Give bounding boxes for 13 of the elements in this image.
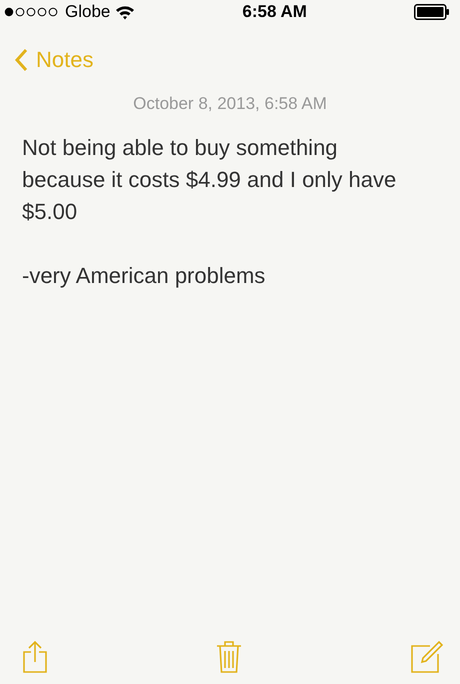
carrier-name: Globe: [65, 2, 110, 22]
wifi-icon: [115, 4, 136, 20]
signal-icon: [4, 7, 60, 17]
compose-icon[interactable]: [410, 640, 444, 674]
status-time: 6:58 AM: [242, 2, 307, 22]
trash-icon[interactable]: [216, 640, 242, 674]
battery-icon: [414, 4, 450, 20]
note-text: -very American problems: [22, 262, 266, 290]
note-date: October 8, 2013, 6:58 AM: [132, 94, 328, 114]
note-text: Not being able to buy something because it costs $4.99 and I only have $5.00: [22, 134, 398, 226]
share-icon[interactable]: [22, 640, 48, 674]
chevron-left-icon: [14, 48, 28, 72]
back-button[interactable]: Notes: [14, 47, 94, 73]
